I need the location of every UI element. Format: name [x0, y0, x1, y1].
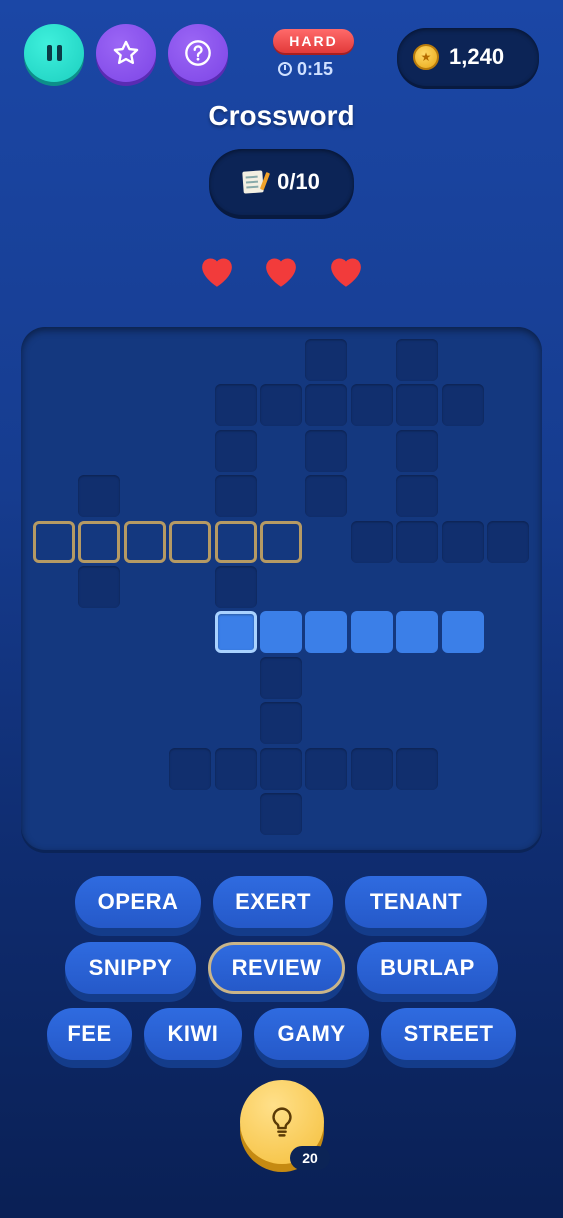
page-title: Crossword: [208, 100, 355, 131]
grid-cell[interactable]: [487, 520, 529, 563]
grid-cell[interactable]: [350, 747, 393, 790]
grid-cell[interactable]: [305, 475, 348, 518]
hint-count-badge: 20: [290, 1146, 330, 1170]
word-chip[interactable]: KIWI: [144, 1008, 242, 1068]
memo-icon: [242, 170, 264, 194]
stopwatch-icon: [278, 62, 292, 76]
pause-button[interactable]: [24, 24, 84, 86]
star-icon: [113, 40, 139, 65]
grid-cell-active[interactable]: [260, 611, 302, 654]
grid-cell[interactable]: [350, 520, 393, 563]
grid-cell[interactable]: [214, 429, 257, 472]
timer: 0:15: [278, 58, 333, 80]
grid-cell[interactable]: [260, 384, 302, 427]
timer-value: 0:15: [297, 58, 334, 79]
grid-cell-selected-word[interactable]: [260, 520, 302, 563]
word-chip[interactable]: OPERA: [75, 876, 201, 936]
coin-count: 1,240: [449, 44, 505, 69]
grid-cell[interactable]: [214, 475, 257, 518]
grid-cell[interactable]: [396, 747, 439, 790]
grid-cell-active[interactable]: [350, 611, 393, 654]
word-chip[interactable]: SNIPPY: [65, 942, 196, 1002]
word-chip-selected[interactable]: REVIEW: [208, 942, 345, 1002]
grid-cell-active[interactable]: [305, 611, 348, 654]
grid-cell[interactable]: [396, 384, 439, 427]
grid-cell[interactable]: [169, 747, 212, 790]
difficulty-badge: HARD: [273, 29, 354, 53]
grid-cell[interactable]: [214, 384, 257, 427]
grid-cell-selected-word[interactable]: [214, 520, 257, 563]
word-chip[interactable]: GAMY: [254, 1008, 369, 1068]
grid-cell[interactable]: [350, 384, 393, 427]
grid-cell-selected-word[interactable]: [123, 520, 166, 563]
grid-cell[interactable]: [305, 747, 348, 790]
grid-cell[interactable]: [305, 429, 348, 472]
grid-cell[interactable]: [305, 339, 348, 381]
grid-cell-active[interactable]: [396, 611, 439, 654]
heart-icon: [331, 258, 361, 287]
grid-cell[interactable]: [260, 656, 302, 699]
grid-cell[interactable]: [396, 520, 439, 563]
grid-cell[interactable]: [305, 384, 348, 427]
word-chip[interactable]: EXERT: [213, 876, 333, 936]
grid-cell-active[interactable]: [441, 611, 484, 654]
word-chip[interactable]: TENANT: [345, 876, 487, 936]
lightbulb-icon: [272, 1107, 292, 1137]
favorite-button[interactable]: [96, 24, 156, 86]
crossword-grid: [21, 327, 542, 850]
grid-cell[interactable]: [441, 384, 484, 427]
grid-cell-cursor[interactable]: [214, 611, 257, 654]
word-chip[interactable]: STREET: [381, 1008, 516, 1068]
grid-cell[interactable]: [214, 747, 257, 790]
word-chip[interactable]: FEE: [47, 1008, 132, 1068]
grid-cell[interactable]: [260, 793, 302, 835]
grid-cell-selected-word[interactable]: [169, 520, 212, 563]
coin-icon: ★: [413, 44, 439, 70]
progress-counter: 0/10: [209, 149, 354, 215]
word-chip[interactable]: BURLAP: [357, 942, 498, 1002]
help-button[interactable]: [168, 24, 228, 86]
grid-cell[interactable]: [441, 520, 484, 563]
coin-balance[interactable]: ★ 1,240: [397, 28, 539, 86]
grid-cell[interactable]: [260, 702, 302, 745]
grid-cell-selected-word[interactable]: [33, 520, 75, 563]
grid-cell[interactable]: [214, 566, 257, 608]
grid-cell[interactable]: [78, 566, 121, 608]
pause-icon: [46, 45, 62, 61]
question-mark-icon: [185, 40, 211, 66]
grid-cell[interactable]: [396, 429, 439, 472]
grid-cell[interactable]: [396, 339, 439, 381]
grid-cell[interactable]: [78, 475, 121, 518]
heart-icon: [266, 258, 296, 287]
grid-cell-selected-word[interactable]: [78, 520, 121, 563]
grid-cell[interactable]: [396, 475, 439, 518]
progress-text: 0/10: [277, 169, 320, 194]
heart-icon: [202, 258, 232, 287]
grid-cell[interactable]: [260, 747, 302, 790]
